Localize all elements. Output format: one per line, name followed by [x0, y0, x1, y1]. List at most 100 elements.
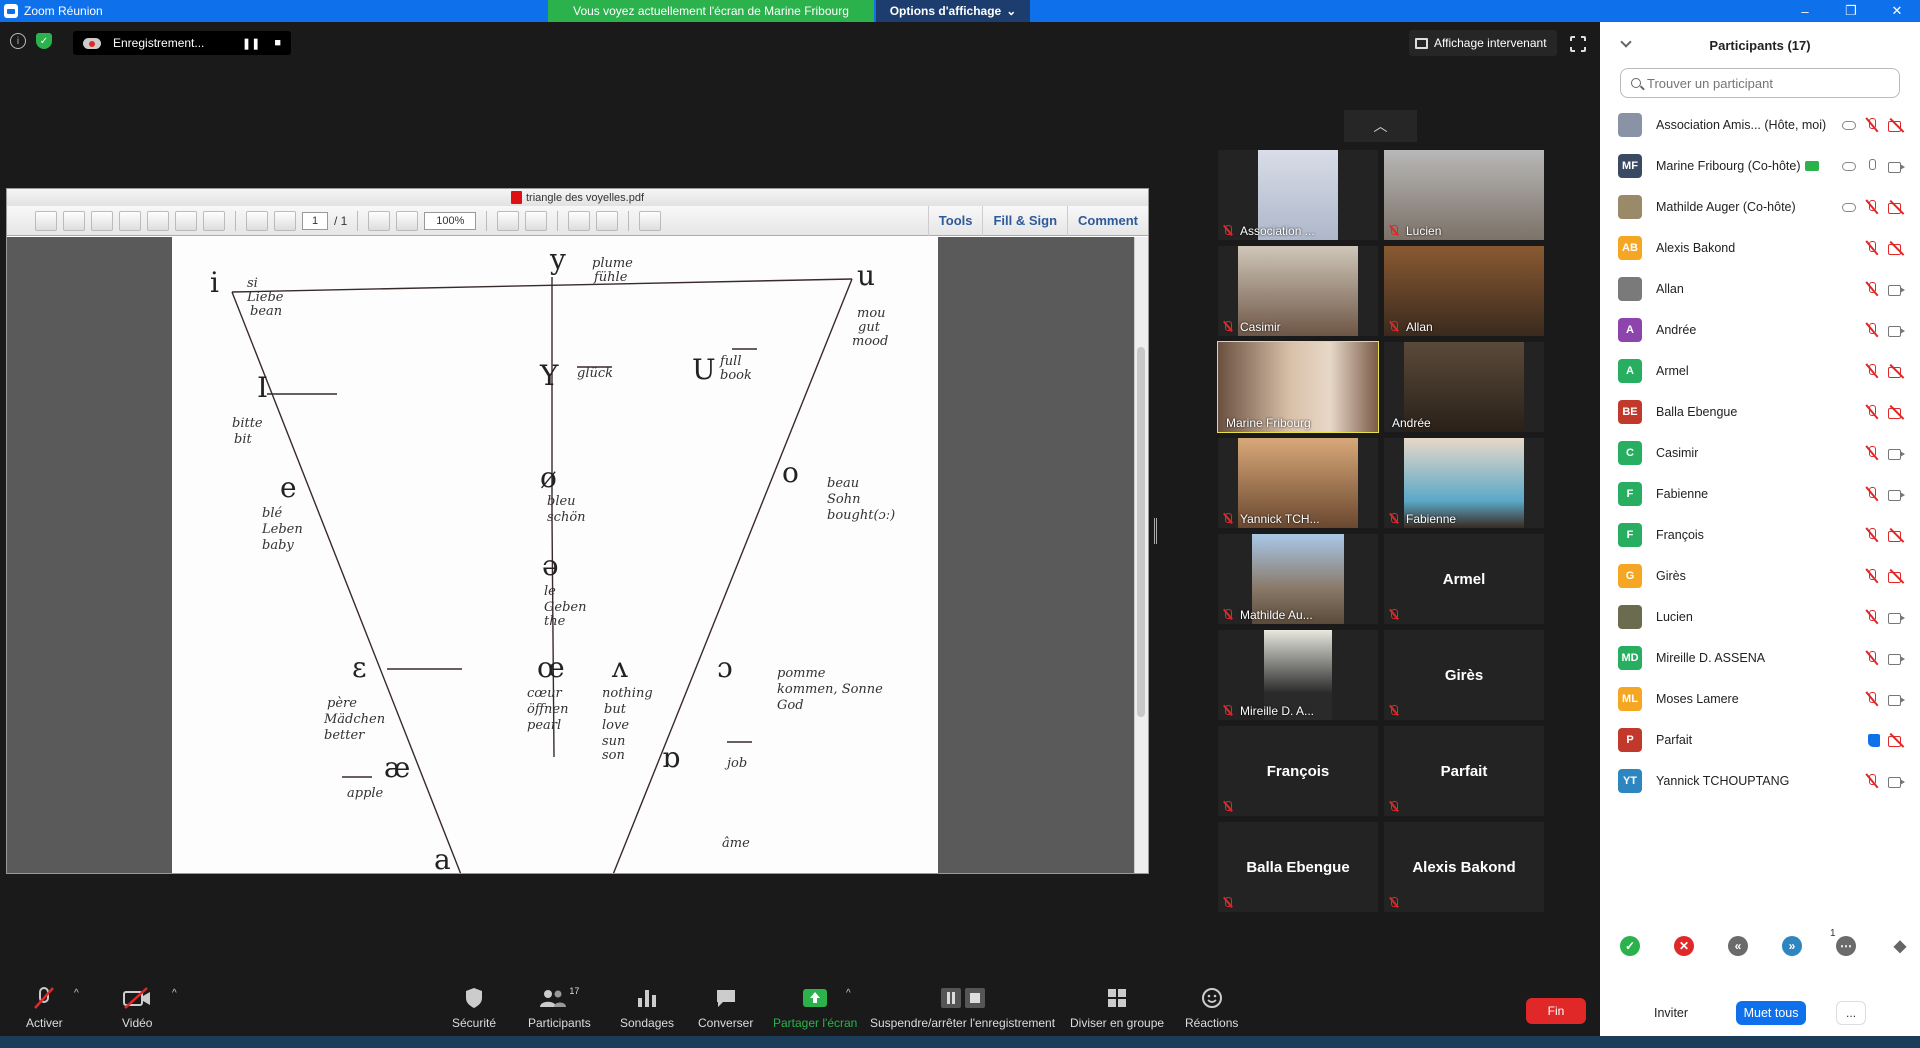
participant-row[interactable]: A Andrée	[1600, 309, 1920, 350]
clear-eraser-icon[interactable]: ◆	[1890, 936, 1910, 956]
video-tile[interactable]: Lucien	[1384, 150, 1544, 240]
breakout-rooms-button[interactable]: Diviser en groupe	[1070, 986, 1164, 1030]
expand-icon[interactable]	[639, 210, 662, 231]
edit-icon[interactable]	[91, 210, 113, 231]
share-options-caret-icon[interactable]: ^	[846, 988, 851, 999]
security-button[interactable]: Sécurité	[452, 986, 496, 1030]
fill-sign-link[interactable]: Fill & Sign	[982, 205, 1067, 236]
more-reactions-icon[interactable]: ⋯	[1836, 936, 1856, 956]
view-options-button[interactable]: Options d'affichage ⌄	[876, 0, 1030, 22]
stop-recording-button[interactable]: ■	[274, 37, 281, 50]
mute-all-button[interactable]: Muet tous	[1736, 1001, 1807, 1025]
fit-width-icon[interactable]	[497, 210, 520, 231]
comment-link[interactable]: Comment	[1067, 205, 1148, 236]
pdf-scroll-thumb[interactable]	[1137, 347, 1145, 717]
video-tile[interactable]: Fabienne	[1384, 438, 1544, 528]
participant-row[interactable]: Lucien	[1600, 596, 1920, 637]
svg-text:Leben: Leben	[261, 522, 303, 537]
reactions-button[interactable]: Réactions	[1185, 986, 1238, 1030]
split-resize-handle[interactable]	[1154, 518, 1157, 544]
video-tile[interactable]: Association ...	[1218, 150, 1378, 240]
participant-search[interactable]	[1620, 68, 1900, 98]
participant-row[interactable]: MF Marine Fribourg (Co-hôte)	[1600, 145, 1920, 186]
speaker-view-button[interactable]: Affichage intervenant	[1409, 30, 1557, 56]
video-options-caret-icon[interactable]: ^	[172, 988, 177, 999]
svg-text:schön: schön	[547, 510, 586, 525]
participant-row[interactable]: C Casimir	[1600, 432, 1920, 473]
more-options-button[interactable]: ...	[1836, 1001, 1867, 1025]
go-faster-icon[interactable]: »	[1782, 936, 1802, 956]
participant-row[interactable]: MD Mireille D. ASSENA	[1600, 637, 1920, 678]
email-icon[interactable]	[203, 210, 225, 231]
participants-title: Participants (17)	[1709, 37, 1811, 53]
video-tile[interactable]: Girès	[1384, 630, 1544, 720]
info-icon[interactable]: i	[10, 33, 26, 49]
video-tile[interactable]: François	[1218, 726, 1378, 816]
fullscreen-icon[interactable]	[1570, 36, 1586, 52]
page-up-icon[interactable]	[246, 210, 268, 231]
print-icon[interactable]	[175, 210, 197, 231]
video-tile[interactable]: Yannick TCH...	[1218, 438, 1378, 528]
collapse-chevron-icon[interactable]	[1620, 36, 1632, 48]
participant-row[interactable]: Allan	[1600, 268, 1920, 309]
video-tile[interactable]: Mireille D. A...	[1218, 630, 1378, 720]
video-tile[interactable]: Andrée	[1384, 342, 1544, 432]
chat-button[interactable]: Converser	[698, 986, 753, 1030]
fit-page-icon[interactable]	[525, 210, 548, 231]
go-slower-icon[interactable]: «	[1728, 936, 1748, 956]
video-tile[interactable]: Casimir	[1218, 246, 1378, 336]
participant-row[interactable]: AB Alexis Bakond	[1600, 227, 1920, 268]
gallery-scroll-up-button[interactable]: ︿	[1344, 110, 1417, 142]
video-tile[interactable]: Alexis Bakond	[1384, 822, 1544, 912]
upload-icon[interactable]	[119, 210, 141, 231]
participant-row[interactable]: ML Moses Lamere	[1600, 678, 1920, 719]
participants-button[interactable]: 17 Participants	[528, 986, 591, 1030]
page-number-input[interactable]: 1	[302, 211, 328, 230]
close-button[interactable]: ✕	[1874, 0, 1920, 22]
participant-row[interactable]: P Parfait	[1600, 719, 1920, 760]
participant-row[interactable]: BE Balla Ebengue	[1600, 391, 1920, 432]
encryption-shield-icon[interactable]: ✓	[36, 33, 52, 49]
video-tile[interactable]: Armel	[1384, 534, 1544, 624]
participant-row[interactable]: YT Yannick TCHOUPTANG	[1600, 760, 1920, 801]
svg-text:blé: blé	[262, 506, 282, 521]
video-tile[interactable]: Parfait	[1384, 726, 1544, 816]
minimize-button[interactable]: –	[1782, 0, 1828, 22]
audio-options-caret-icon[interactable]: ^	[74, 988, 79, 999]
video-tile-active-speaker[interactable]: Marine Fribourg	[1217, 341, 1379, 433]
end-meeting-button[interactable]: Fin	[1526, 998, 1586, 1024]
page-down-icon[interactable]	[274, 210, 296, 231]
save-icon[interactable]	[147, 210, 169, 231]
yes-check-icon[interactable]: ✓	[1620, 936, 1640, 956]
participant-row[interactable]: F Fabienne	[1600, 473, 1920, 514]
video-tile[interactable]: Balla Ebengue	[1218, 822, 1378, 912]
polls-button[interactable]: Sondages	[620, 986, 674, 1030]
participant-search-input[interactable]	[1647, 75, 1897, 91]
record-control-button[interactable]: Suspendre/arrêter l'enregistrement	[870, 986, 1055, 1030]
highlight-icon[interactable]	[596, 210, 619, 231]
tools-link[interactable]: Tools	[927, 205, 983, 236]
participant-row[interactable]: F François	[1600, 514, 1920, 555]
create-pdf-icon[interactable]	[35, 210, 57, 231]
participant-row[interactable]: G Girès	[1600, 555, 1920, 596]
export-pdf-icon[interactable]	[63, 210, 85, 231]
video-tile[interactable]: Mathilde Au...	[1218, 534, 1378, 624]
participant-row[interactable]: Association Amis... (Hôte, moi)	[1600, 104, 1920, 145]
zoom-level-select[interactable]: 100%	[424, 211, 477, 230]
participant-name: Lucien	[1656, 609, 1693, 624]
zoom-out-icon[interactable]	[368, 210, 391, 231]
video-button[interactable]: Vidéo	[122, 986, 152, 1030]
no-x-icon[interactable]: ✕	[1674, 936, 1694, 956]
invite-button[interactable]: Inviter	[1646, 1002, 1696, 1024]
recording-indicator: Enregistrement... ❚❚ ■	[73, 31, 291, 55]
pdf-scrollbar[interactable]	[1134, 237, 1148, 873]
zoom-in-icon[interactable]	[396, 210, 419, 231]
pause-recording-button[interactable]: ❚❚	[242, 37, 260, 50]
unmute-button[interactable]: Activer	[26, 986, 63, 1030]
restore-button[interactable]: ❐	[1828, 0, 1874, 22]
participant-row[interactable]: A Armel	[1600, 350, 1920, 391]
video-tile[interactable]: Allan	[1384, 246, 1544, 336]
share-screen-button[interactable]: Partager l'écran	[773, 986, 857, 1030]
comment-bubble-icon[interactable]	[568, 210, 591, 231]
participant-row[interactable]: Mathilde Auger (Co-hôte)	[1600, 186, 1920, 227]
